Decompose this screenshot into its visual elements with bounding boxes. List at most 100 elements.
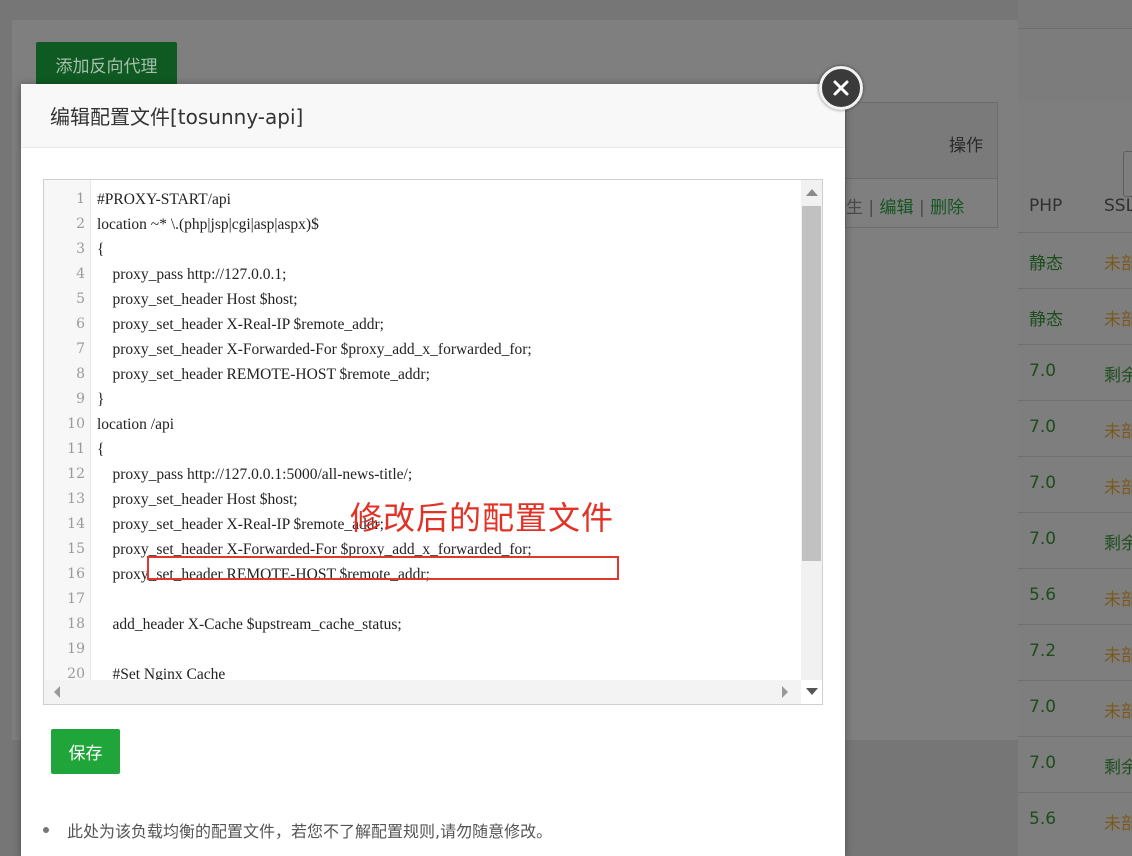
site-row: 5.6 未部 — [1018, 568, 1132, 625]
site-row: 5.6 未部 — [1018, 792, 1132, 849]
code-text[interactable]: proxy_set_header X-Real-IP $remote_addr; — [97, 512, 384, 537]
operation-column-header: 操作 — [949, 136, 983, 156]
background-left-strip — [0, 20, 12, 740]
config-tip: 此处为该负载均衡的配置文件，若您不了解配置规则,请勿随意修改。 — [43, 818, 552, 842]
modified-line-highlight — [147, 556, 619, 580]
code-text[interactable]: proxy_set_header X-Forwarded-For $proxy_… — [97, 337, 532, 362]
code-text[interactable]: proxy_pass http://127.0.0.1; — [97, 262, 287, 287]
code-line[interactable]: 7 proxy_set_header X-Forwarded-For $prox… — [44, 337, 796, 362]
code-text[interactable]: location ~* \.(php|jsp|cgi|asp|aspx)$ — [97, 212, 319, 237]
proxy-table-row: 生 | 编辑 | 删除 — [845, 178, 998, 228]
code-text[interactable]: { — [97, 237, 104, 262]
scroll-left-arrow-icon[interactable] — [54, 686, 60, 698]
code-line[interactable]: 9} — [44, 387, 796, 412]
annotation-label: 修改后的配置文件 — [350, 499, 615, 537]
php-version: 7.0 — [1029, 473, 1057, 493]
code-line[interactable]: 2 location ~* \.(php|jsp|cgi|asp|aspx)$ — [44, 212, 796, 237]
ssl-status[interactable]: 剩余 — [1104, 529, 1132, 554]
horizontal-scrollbar[interactable] — [44, 680, 801, 704]
code-text[interactable]: proxy_set_header Host $host; — [97, 487, 298, 512]
site-row: 静态 未部 — [1018, 288, 1132, 345]
code-line[interactable]: 6 proxy_set_header X-Real-IP $remote_add… — [44, 312, 796, 337]
site-row: 7.0 剩余 — [1018, 736, 1132, 793]
code-line[interactable]: 18 add_header X-Cache $upstream_cache_st… — [44, 612, 796, 637]
dialog-header: 编辑配置文件[tosunny-api] — [21, 84, 845, 148]
row-action-partial[interactable]: 生 — [846, 198, 863, 218]
edit-config-dialog: 编辑配置文件[tosunny-api] 1 #PROXY-START/api 2 lo… — [21, 84, 845, 856]
code-text[interactable]: { — [97, 437, 104, 462]
code-text[interactable]: add_header X-Cache $upstream_cache_statu… — [97, 612, 402, 637]
scroll-up-arrow-icon[interactable] — [806, 189, 818, 196]
code-line[interactable]: 1 #PROXY-START/api — [44, 187, 796, 212]
php-version: 7.0 — [1029, 697, 1057, 717]
php-version: 5.6 — [1029, 809, 1057, 829]
line-number: 15 — [67, 541, 85, 557]
code-line[interactable]: 12 proxy_pass http://127.0.0.1:5000/all-… — [44, 462, 796, 487]
config-code-editor[interactable]: 1 #PROXY-START/api 2 location ~* \.(php|jsp… — [43, 179, 823, 705]
ssl-status[interactable]: 未部 — [1104, 585, 1132, 610]
php-column-header: PHP — [1029, 196, 1063, 216]
code-line[interactable]: 5 proxy_set_header Host $host; — [44, 287, 796, 312]
ssl-status[interactable]: 未部 — [1104, 417, 1132, 442]
code-line[interactable]: 8 proxy_set_header REMOTE-HOST $remote_a… — [44, 362, 796, 387]
line-number: 9 — [76, 391, 85, 407]
ssl-status[interactable]: 剩余 — [1104, 361, 1132, 386]
line-number: 12 — [67, 466, 85, 482]
add-reverse-proxy-button[interactable]: 添加反向代理 — [36, 42, 177, 86]
php-version: 7.2 — [1029, 641, 1057, 661]
ssl-status[interactable]: 未部 — [1104, 697, 1132, 722]
vertical-scrollbar[interactable] — [801, 180, 822, 695]
code-line[interactable]: 4 proxy_pass http://127.0.0.1; — [44, 262, 796, 287]
line-number: 16 — [67, 566, 85, 582]
line-number: 10 — [67, 416, 85, 432]
row-actions: 生 | 编辑 | 删除 — [846, 193, 964, 218]
line-number: 5 — [76, 291, 85, 307]
code-text[interactable]: proxy_set_header Host $host; — [97, 287, 298, 312]
code-line[interactable]: 17 — [44, 587, 796, 612]
line-number: 18 — [67, 616, 85, 632]
site-row: 7.0 未部 — [1018, 400, 1132, 457]
delete-link[interactable]: 删除 — [930, 198, 964, 218]
code-line[interactable]: 19 — [44, 637, 796, 662]
line-number: 7 — [76, 341, 85, 357]
code-text[interactable]: } — [97, 387, 104, 412]
search-input[interactable] — [1123, 151, 1132, 197]
code-line[interactable]: 3{ — [44, 237, 796, 262]
line-number: 2 — [76, 216, 85, 232]
code-text[interactable]: #PROXY-START/api — [97, 187, 231, 212]
site-row: 7.0 未部 — [1018, 456, 1132, 513]
php-version: 7.0 — [1029, 529, 1057, 549]
code-text[interactable]: proxy_pass http://127.0.0.1:5000/all-new… — [97, 462, 413, 487]
php-version: 静态 — [1029, 254, 1063, 274]
code-text[interactable]: proxy_set_header X-Real-IP $remote_addr; — [97, 312, 384, 337]
code-text[interactable]: proxy_set_header REMOTE-HOST $remote_add… — [97, 362, 430, 387]
ssl-status[interactable]: 未部 — [1104, 641, 1132, 666]
line-number: 19 — [67, 641, 85, 657]
ssl-status[interactable]: 未部 — [1104, 473, 1132, 498]
ssl-status[interactable]: 剩余 — [1104, 753, 1132, 778]
code-text[interactable]: location /api — [97, 412, 174, 437]
php-version: 7.0 — [1029, 417, 1057, 437]
ssl-status[interactable]: 未部 — [1104, 305, 1132, 330]
code-lines[interactable]: 1 #PROXY-START/api 2 location ~* \.(php|jsp… — [44, 187, 796, 687]
site-row: 静态 未部 — [1018, 232, 1132, 289]
ssl-status[interactable]: 未部 — [1104, 809, 1132, 834]
site-row: 7.2 未部 — [1018, 624, 1132, 681]
save-button[interactable]: 保存 — [51, 729, 120, 774]
line-number: 6 — [76, 316, 85, 332]
ssl-status[interactable]: 未部 — [1104, 249, 1132, 274]
vertical-scroll-thumb[interactable] — [802, 206, 821, 561]
line-number: 3 — [76, 241, 85, 257]
scroll-right-arrow-icon[interactable] — [782, 686, 788, 698]
ssl-column-header: SSL — [1104, 196, 1132, 216]
code-line[interactable]: 10 location /api — [44, 412, 796, 437]
close-x-glyph — [833, 80, 849, 96]
scroll-down-arrow-icon[interactable] — [806, 688, 818, 695]
proxy-table-header: 操作 — [845, 102, 998, 179]
close-icon[interactable] — [819, 66, 863, 110]
dialog-title: 编辑配置文件[tosunny-api] — [50, 105, 304, 129]
edit-link[interactable]: 编辑 — [880, 198, 914, 218]
code-line[interactable]: 11 { — [44, 437, 796, 462]
background-top-strip — [0, 0, 1018, 20]
line-number: 8 — [76, 366, 85, 382]
